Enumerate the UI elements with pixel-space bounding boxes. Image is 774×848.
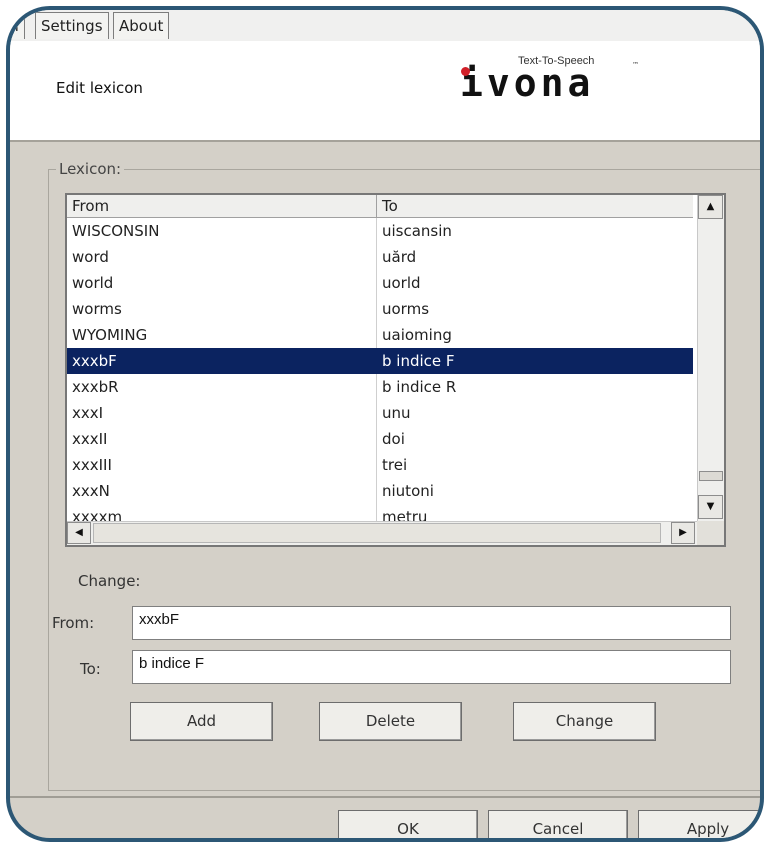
row-column-separator — [376, 296, 377, 322]
table-row[interactable]: xxxI unu — [67, 400, 693, 426]
row-from-cell: xxxIII — [72, 456, 112, 474]
to-field[interactable]: b indice F — [132, 650, 731, 684]
table-row[interactable]: worms uorms — [67, 296, 693, 322]
table-row[interactable]: xxxbR b indice R — [67, 374, 693, 400]
tab-bar: en Settings About — [10, 10, 760, 41]
footer-divider — [10, 796, 760, 798]
apply-button[interactable]: Apply — [638, 810, 760, 838]
row-from-cell: xxxbF — [72, 352, 117, 370]
row-to-cell: uiscansin — [382, 222, 452, 240]
table-row[interactable]: word uărd — [67, 244, 693, 270]
add-button[interactable]: Add — [130, 702, 273, 741]
scroll-down-arrow-icon[interactable]: ▼ — [698, 495, 723, 519]
lexicon-group-label: Lexicon: — [56, 160, 125, 178]
row-from-cell: WISCONSIN — [72, 222, 160, 240]
row-column-separator — [376, 322, 377, 348]
row-column-separator — [376, 218, 377, 244]
table-row[interactable]: xxxIII trei — [67, 452, 693, 478]
from-field[interactable]: xxxbF — [132, 606, 731, 640]
header-divider — [10, 140, 760, 142]
row-to-cell: trei — [382, 456, 408, 474]
logo-dot-icon — [461, 67, 470, 76]
scroll-right-arrow-icon[interactable]: ▶ — [671, 522, 695, 544]
row-column-separator — [376, 426, 377, 452]
scrollbar-corner — [697, 521, 724, 545]
table-row[interactable]: world uorld — [67, 270, 693, 296]
logo-wordmark: ivona — [460, 61, 595, 105]
row-column-separator — [376, 348, 377, 374]
ok-button[interactable]: OK — [338, 810, 478, 838]
row-column-separator — [376, 270, 377, 296]
change-section-label: Change: — [78, 572, 141, 590]
logo-trademark: ™ — [632, 61, 639, 69]
row-to-cell: unu — [382, 404, 411, 422]
row-from-cell: xxxI — [72, 404, 104, 422]
tab-general[interactable]: en — [10, 12, 25, 39]
row-from-cell: xxxbR — [72, 378, 119, 396]
table-row[interactable]: xxxN niutoni — [67, 478, 693, 504]
vertical-scroll-thumb[interactable] — [699, 471, 723, 481]
row-column-separator — [376, 478, 377, 504]
row-to-cell: niutoni — [382, 482, 434, 500]
row-from-cell: xxxN — [72, 482, 110, 500]
row-to-cell: b indice F — [382, 352, 455, 370]
column-header-from[interactable]: From — [67, 195, 377, 218]
horizontal-scroll-thumb[interactable] — [93, 523, 661, 543]
dialog-frame: en Settings About Edit lexicon Text-To-S… — [6, 6, 764, 842]
table-row[interactable]: WYOMING uaioming — [67, 322, 693, 348]
vertical-scrollbar[interactable]: ▲ ▼ — [697, 195, 724, 521]
row-from-cell: word — [72, 248, 109, 266]
tab-about[interactable]: About — [113, 12, 170, 39]
row-to-cell: uorms — [382, 300, 430, 318]
page-title: Edit lexicon — [56, 79, 143, 97]
table-row[interactable]: xxxbF b indice F — [67, 348, 693, 374]
row-to-cell: uorld — [382, 274, 421, 292]
row-column-separator — [376, 374, 377, 400]
cancel-button[interactable]: Cancel — [488, 810, 628, 838]
table-row[interactable]: xxxII doi — [67, 426, 693, 452]
tab-settings[interactable]: Settings — [35, 12, 109, 39]
row-from-cell: worms — [72, 300, 122, 318]
delete-button[interactable]: Delete — [319, 702, 462, 741]
scroll-left-arrow-icon[interactable]: ◀ — [67, 522, 91, 544]
scroll-up-arrow-icon[interactable]: ▲ — [698, 195, 723, 219]
row-from-cell: xxxII — [72, 430, 108, 448]
lexicon-list[interactable]: From To WISCONSIN uiscansin word uărd world u… — [65, 193, 726, 547]
row-column-separator — [376, 400, 377, 426]
row-column-separator — [376, 244, 377, 270]
table-row[interactable]: WISCONSIN uiscansin — [67, 218, 693, 244]
from-field-label: From: — [52, 614, 95, 632]
horizontal-scrollbar[interactable]: ◀ ▶ — [67, 521, 697, 545]
ivona-logo: Text-To-Speech ivona ™ — [448, 47, 648, 107]
change-button[interactable]: Change — [513, 702, 656, 741]
to-field-label: To: — [80, 660, 101, 678]
row-column-separator — [376, 452, 377, 478]
row-from-cell: world — [72, 274, 114, 292]
page-header: Edit lexicon Text-To-Speech ivona ™ — [10, 41, 760, 140]
row-to-cell: uaioming — [382, 326, 452, 344]
row-to-cell: uărd — [382, 248, 417, 266]
row-to-cell: doi — [382, 430, 405, 448]
row-to-cell: b indice R — [382, 378, 457, 396]
row-from-cell: WYOMING — [72, 326, 148, 344]
column-header-to[interactable]: To — [377, 195, 693, 218]
